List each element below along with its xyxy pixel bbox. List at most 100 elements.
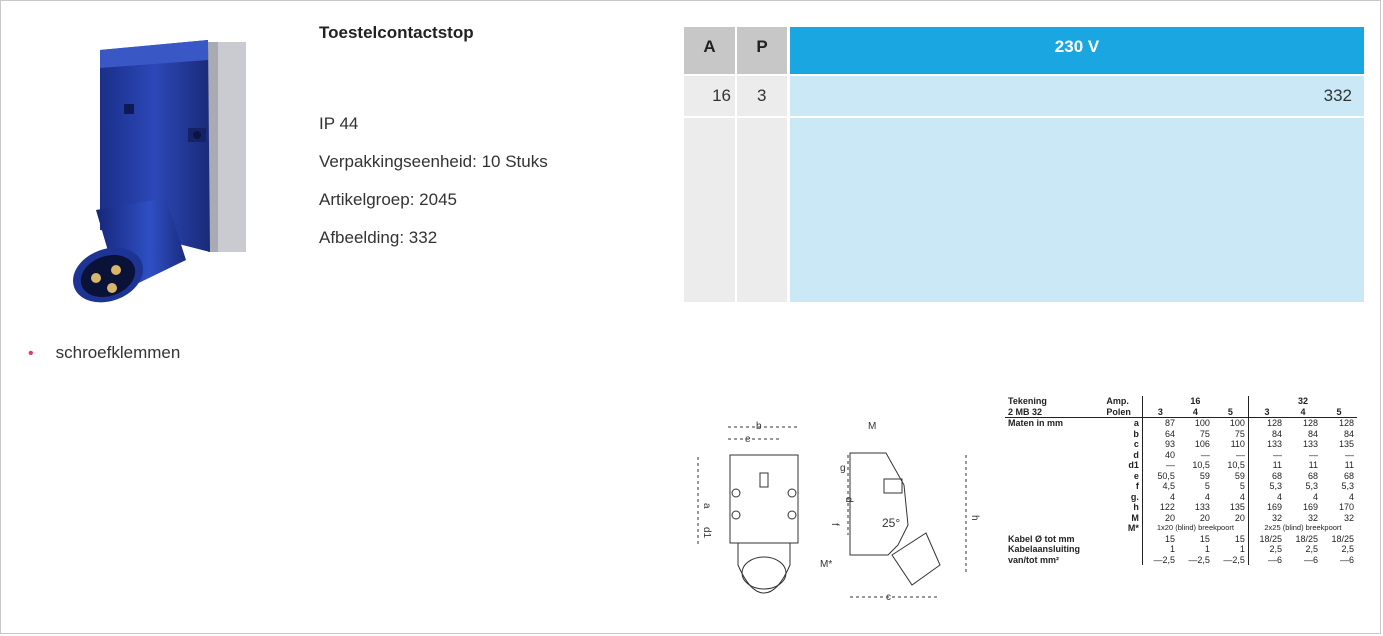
dimension-value: 5 [1204, 481, 1210, 491]
header-voltage: 230 V [790, 27, 1364, 74]
dimension-key: g. [1130, 491, 1139, 502]
tekening-label: Tekening [1008, 396, 1047, 406]
aansluiting-cell: 1 [1141, 544, 1178, 555]
label-f: f [829, 523, 840, 526]
dimension-value: 20 [1234, 512, 1245, 523]
dimension-value: 122 [1141, 502, 1178, 513]
cell-poles: 3 [737, 76, 787, 116]
dimension-value: 32 [1343, 512, 1354, 523]
dimension-value: 84 [1343, 428, 1354, 439]
vantot-cell: —2,5 [1188, 554, 1210, 565]
vantot-cell: —6 [1303, 554, 1318, 565]
dimension-value: 20 [1141, 512, 1178, 523]
dimension-key: f [1135, 481, 1139, 491]
pole-col: 4 [1177, 406, 1213, 418]
dimension-row: M 20 20 20 32 32 32 [1005, 512, 1357, 523]
dimension-row: b 64 75 75 84 84 84 [1005, 428, 1357, 439]
dimension-value: — [1200, 449, 1210, 460]
label-mstar: M* [820, 559, 832, 570]
product-photo [73, 40, 246, 303]
dimension-value: 133 [1247, 439, 1286, 450]
dimension-row: e 50,5 59 59 68 68 68 [1005, 470, 1357, 481]
cell-amp: 16 [684, 76, 735, 116]
mstar-16: 1x20 (blind) breekpoort [1141, 523, 1249, 534]
dimension-value: — [1235, 449, 1245, 460]
dimension-value: 4 [1239, 491, 1245, 502]
dimension-value: 128 [1302, 418, 1318, 428]
label-angle: 25° [882, 516, 900, 530]
label-a: a [701, 503, 712, 509]
dimension-value: — [1141, 460, 1178, 471]
pole-col: 4 [1285, 406, 1321, 418]
dimension-value: 32 [1307, 512, 1318, 523]
dimension-value: 110 [1230, 439, 1245, 449]
label-e: e [745, 434, 751, 445]
dimension-value: 68 [1307, 470, 1318, 481]
dimension-row: d 40— — — — — [1005, 449, 1357, 460]
label-d: d [843, 497, 854, 503]
dimension-row: h 122 133 135 169 169 170 [1005, 502, 1357, 513]
label-b: b [756, 421, 762, 432]
model-label: 2 MB 32 [1005, 406, 1104, 418]
empty-cell-voltage [790, 118, 1364, 302]
bullet-dot-icon: • [28, 345, 34, 362]
dimension-value: 169 [1247, 502, 1286, 513]
dimension-key: h [1133, 502, 1139, 512]
header-poles: P [737, 27, 787, 74]
dimension-value: 10,5 [1192, 460, 1210, 470]
dimension-value: 5,3 [1305, 481, 1318, 491]
dimension-key: b [1133, 428, 1139, 439]
dimension-value: 5,3 [1247, 481, 1286, 492]
dimension-row: d1—10,5 10,5 11 11 11 [1005, 460, 1357, 471]
dimension-value: 10,5 [1227, 460, 1245, 470]
dimension-key: d [1133, 449, 1139, 460]
spec-ip: IP 44 [319, 114, 359, 133]
pole-col: 5 [1212, 406, 1249, 418]
dimension-value: 64 [1141, 428, 1178, 439]
mstar-key: M* [1127, 523, 1139, 533]
aansluiting-cell: 2,5 [1247, 544, 1286, 555]
dimension-value: 5,3 [1341, 481, 1354, 491]
kabel-cell: 15 [1141, 533, 1178, 544]
dimension-row: g. 4 4 4 4 4 4 [1005, 491, 1357, 502]
dimension-value: — [1247, 449, 1286, 460]
pole-col: 5 [1320, 406, 1357, 418]
label-g: g [840, 463, 846, 474]
dimension-value: 4,5 [1141, 481, 1178, 492]
aansluiting-cell: 1 [1239, 544, 1245, 554]
maten-label: Maten in mm [1008, 418, 1064, 428]
dimension-value: 135 [1229, 502, 1245, 512]
dimension-value: 11 [1308, 460, 1318, 470]
dimension-value: 11 [1344, 460, 1354, 470]
dimension-value: 4 [1348, 491, 1354, 502]
dimension-value: 5 [1239, 481, 1245, 491]
amp-group-16: 16 [1141, 396, 1249, 407]
header-amp: A [684, 27, 735, 74]
dimension-value: 50,5 [1141, 470, 1178, 481]
dimension-key: c [1133, 439, 1139, 449]
spec-image: Afbeelding: 332 [319, 228, 438, 247]
kabel-label: Kabel Ø tot mm [1008, 533, 1075, 544]
kabel-cell: 18/25 [1295, 533, 1318, 544]
dimension-value: 133 [1194, 502, 1210, 512]
vantot-cell: —2,5 [1223, 554, 1245, 565]
aansluiting-cell: 2,5 [1305, 544, 1318, 554]
dimension-value: 75 [1199, 428, 1210, 439]
dimension-row: f 4,5 5 5 5,3 5,3 5,3 [1005, 481, 1357, 492]
vantot-cell: —2,5 [1141, 554, 1178, 565]
kabel-cell: 18/25 [1331, 533, 1354, 544]
dimension-row: c 93 106 110 133 133 135 [1005, 439, 1357, 450]
kabel-cell: 18/25 [1247, 533, 1286, 544]
amp-group-32: 32 [1247, 396, 1357, 407]
dimension-key: a [1133, 418, 1139, 428]
dimension-value: 40 [1141, 449, 1178, 460]
cell-article-number[interactable]: 332 [790, 76, 1364, 116]
vantot-cell: —6 [1339, 554, 1354, 565]
dimension-value: 135 [1338, 439, 1354, 449]
feature-item: • schroefklemmen [28, 343, 180, 363]
dimension-key: M [1131, 512, 1139, 523]
dimension-key: e [1133, 470, 1139, 481]
spec-packaging: Verpakkingseenheid: 10 Stuks [319, 152, 548, 171]
dimension-value: 84 [1307, 428, 1318, 439]
dimension-row: Maten in mm a 87 100 100 128 128 128 [1005, 417, 1357, 429]
